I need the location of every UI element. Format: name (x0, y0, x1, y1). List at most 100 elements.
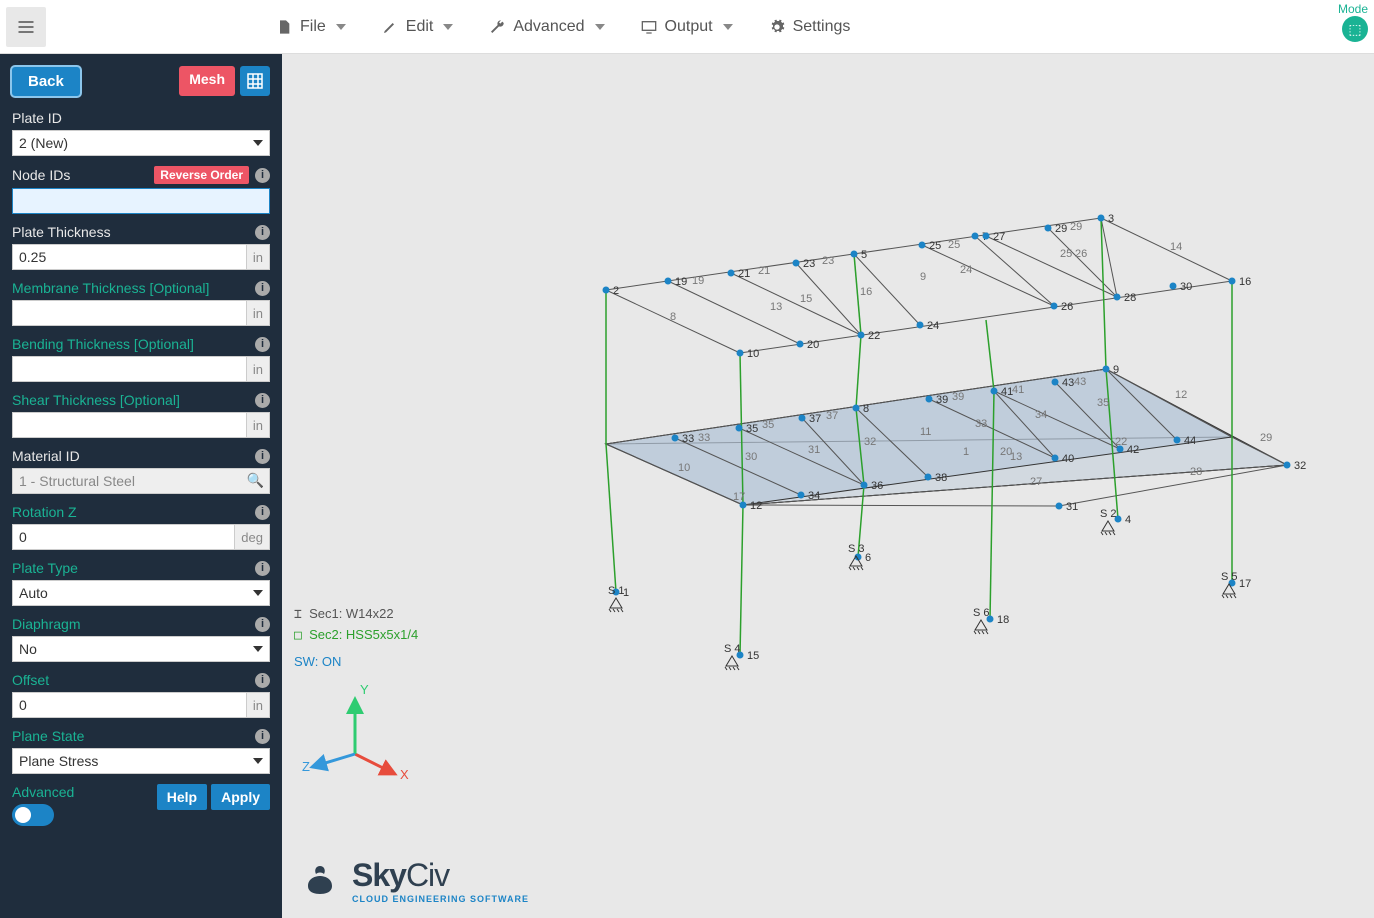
svg-text:12: 12 (750, 500, 762, 512)
svg-text:35: 35 (762, 419, 774, 431)
svg-text:12: 12 (1175, 389, 1187, 401)
membrane-thickness-label: Membrane Thickness [Optional]i (12, 280, 270, 296)
datasheet-button[interactable] (240, 66, 270, 96)
svg-text:13: 13 (770, 301, 782, 313)
rotation-z-input[interactable] (12, 524, 235, 550)
svg-text:40: 40 (1062, 453, 1074, 465)
svg-text:25: 25 (929, 240, 941, 252)
svg-text:Y: Y (360, 682, 369, 697)
svg-text:35: 35 (1097, 397, 1109, 409)
search-icon[interactable]: 🔍 (247, 472, 264, 489)
svg-text:29: 29 (1070, 221, 1082, 233)
structure-svg: 1234567910121516171819202122232425262728… (282, 54, 1374, 918)
svg-text:10: 10 (678, 462, 690, 474)
bending-thickness-input[interactable] (12, 356, 247, 382)
svg-text:34: 34 (808, 490, 820, 502)
info-icon[interactable]: i (255, 281, 270, 296)
svg-text:24: 24 (927, 320, 939, 332)
menu-settings-label: Settings (793, 18, 851, 36)
plate-type-select[interactable]: Auto (12, 580, 270, 606)
plane-state-label: Plane Statei (12, 728, 270, 744)
apply-button[interactable]: Apply (211, 784, 270, 810)
info-icon[interactable]: i (255, 337, 270, 352)
svg-text:27: 27 (993, 231, 1005, 243)
back-button[interactable]: Back (12, 67, 80, 96)
chevron-down-icon (723, 22, 733, 32)
material-id-input[interactable] (12, 468, 270, 494)
svg-text:16: 16 (1239, 276, 1251, 288)
svg-text:9: 9 (1113, 364, 1119, 376)
svg-text:31: 31 (808, 444, 820, 456)
svg-text:28: 28 (1190, 466, 1202, 478)
menu-settings[interactable]: Settings (769, 18, 851, 36)
svg-text:19: 19 (675, 276, 687, 288)
svg-text:26: 26 (1061, 301, 1073, 313)
offset-input[interactable] (12, 692, 247, 718)
hamburger-menu-button[interactable] (6, 7, 46, 47)
menu-advanced[interactable]: Advanced (489, 18, 604, 36)
info-icon[interactable]: i (255, 729, 270, 744)
info-icon[interactable]: i (255, 225, 270, 240)
info-icon[interactable]: i (255, 393, 270, 408)
info-icon[interactable]: i (255, 617, 270, 632)
menu-advanced-label: Advanced (513, 18, 584, 36)
svg-text:18: 18 (997, 614, 1009, 626)
unit-label: deg (235, 524, 270, 550)
svg-text:26: 26 (1075, 248, 1087, 260)
pencil-icon (382, 19, 398, 35)
svg-text:23: 23 (822, 255, 834, 267)
monitor-icon (641, 19, 657, 35)
svg-text:33: 33 (698, 432, 710, 444)
model-viewport[interactable]: 1234567910121516171819202122232425262728… (282, 54, 1374, 918)
diaphragm-select[interactable]: No (12, 636, 270, 662)
shear-thickness-input[interactable] (12, 412, 247, 438)
svg-text:33: 33 (682, 433, 694, 445)
shear-thickness-label: Shear Thickness [Optional]i (12, 392, 270, 408)
svg-text:41: 41 (1012, 384, 1024, 396)
svg-text:13: 13 (1010, 451, 1022, 463)
advanced-toggle[interactable] (12, 804, 54, 826)
plane-state-select[interactable]: Plane Stress (12, 748, 270, 774)
plate-id-select[interactable]: 2 (New) (12, 130, 270, 156)
info-icon[interactable]: i (255, 673, 270, 688)
svg-text:8: 8 (670, 311, 676, 323)
help-button[interactable]: Help (157, 784, 207, 810)
chevron-down-icon (595, 22, 605, 32)
svg-text:27: 27 (1030, 476, 1042, 488)
svg-text:S 3: S 3 (848, 543, 865, 555)
node-ids-input[interactable] (12, 188, 270, 214)
svg-text:43: 43 (1062, 377, 1074, 389)
svg-text:39: 39 (952, 391, 964, 403)
menu-file-label: File (300, 18, 326, 36)
info-icon[interactable]: i (255, 168, 270, 183)
svg-text:21: 21 (738, 268, 750, 280)
info-icon[interactable]: i (255, 561, 270, 576)
mode-label: Mode (1338, 2, 1368, 16)
svg-text:15: 15 (747, 650, 759, 662)
info-icon[interactable]: i (255, 505, 270, 520)
membrane-thickness-input[interactable] (12, 300, 247, 326)
svg-text:S 5: S 5 (1221, 571, 1238, 583)
svg-text:43: 43 (1074, 376, 1086, 388)
svg-text:44: 44 (1184, 435, 1196, 447)
svg-text:20: 20 (807, 339, 819, 351)
svg-text:17: 17 (1239, 578, 1251, 590)
menu-edit[interactable]: Edit (382, 18, 454, 36)
menu-file[interactable]: File (276, 18, 346, 36)
menu-output[interactable]: Output (641, 18, 733, 36)
svg-text:S 1: S 1 (608, 585, 625, 597)
plate-thickness-input[interactable] (12, 244, 247, 270)
mesh-button[interactable]: Mesh (179, 66, 235, 96)
svg-text:28: 28 (1124, 292, 1136, 304)
svg-text:42: 42 (1127, 444, 1139, 456)
reverse-order-button[interactable]: Reverse Order (154, 166, 249, 184)
bending-thickness-label: Bending Thickness [Optional]i (12, 336, 270, 352)
svg-text:29: 29 (1055, 223, 1067, 235)
axis-triad: X Y Z (300, 679, 410, 789)
svg-text:S 4: S 4 (724, 643, 741, 655)
svg-text:38: 38 (935, 472, 947, 484)
mode-indicator[interactable]: Mode ⬚ (1338, 0, 1368, 54)
plate-properties-panel: Back Mesh Plate ID 2 (New) Node IDs Reve… (0, 54, 282, 918)
svg-text:1: 1 (963, 446, 969, 458)
info-icon[interactable]: i (255, 449, 270, 464)
